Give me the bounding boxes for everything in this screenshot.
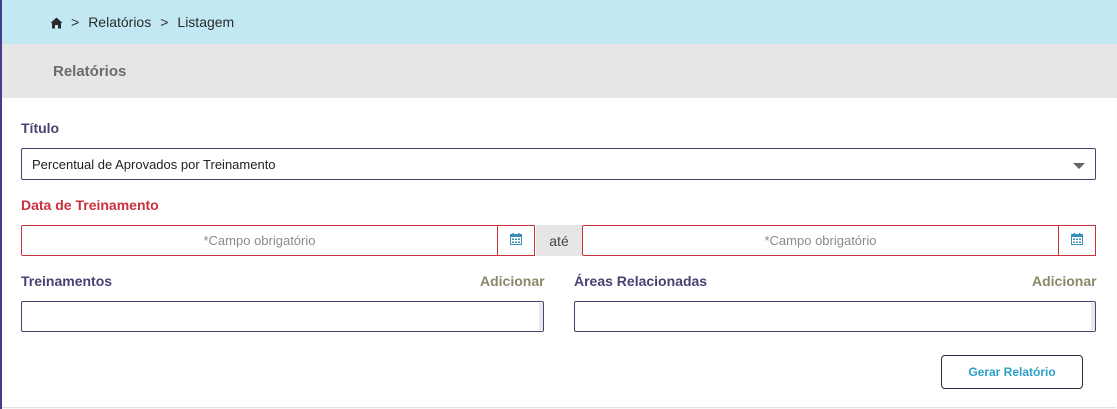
titulo-label: Título — [21, 120, 60, 136]
date-start-calendar-button[interactable] — [497, 225, 535, 256]
date-end-input[interactable]: *Campo obrigatório — [582, 225, 1059, 256]
home-icon[interactable] — [50, 16, 63, 29]
page-title: Relatórios — [53, 62, 127, 80]
breadcrumb-item-relatorios[interactable]: Relatórios — [88, 14, 151, 30]
areas-label: Áreas Relacionadas — [574, 273, 708, 289]
treinamentos-add-link[interactable]: Adicionar — [480, 273, 545, 289]
breadcrumb: > Relatórios > Listagem — [2, 0, 1117, 44]
report-form: Título Percentual de Aprovados por Trein… — [2, 98, 1116, 408]
page-header: Relatórios — [2, 44, 1117, 98]
scrollbar[interactable] — [539, 303, 543, 330]
titulo-selected-value: Percentual de Aprovados por Treinamento — [32, 156, 276, 172]
treinamentos-input[interactable] — [21, 301, 544, 332]
areas-input[interactable] — [574, 301, 1096, 332]
data-treinamento-label: Data de Treinamento — [21, 197, 159, 213]
titulo-select[interactable]: Percentual de Aprovados por Treinamento — [21, 148, 1096, 180]
calendar-icon — [510, 232, 522, 250]
date-range-separator: até — [536, 225, 582, 256]
date-start-input[interactable]: *Campo obrigatório — [21, 225, 498, 256]
areas-add-link[interactable]: Adicionar — [1032, 273, 1097, 289]
treinamentos-label: Treinamentos — [21, 273, 113, 289]
date-end-placeholder: *Campo obrigatório — [764, 233, 877, 248]
scrollbar[interactable] — [1091, 303, 1095, 330]
chevron-down-icon[interactable] — [1073, 163, 1085, 169]
date-end-calendar-button[interactable] — [1058, 225, 1096, 256]
generate-report-button[interactable]: Gerar Relatório — [941, 355, 1083, 389]
breadcrumb-separator: > — [160, 14, 169, 30]
calendar-icon — [1071, 232, 1083, 250]
date-start-placeholder: *Campo obrigatório — [203, 233, 316, 248]
breadcrumb-separator: > — [71, 14, 80, 30]
breadcrumb-item-listagem: Listagem — [177, 14, 235, 30]
